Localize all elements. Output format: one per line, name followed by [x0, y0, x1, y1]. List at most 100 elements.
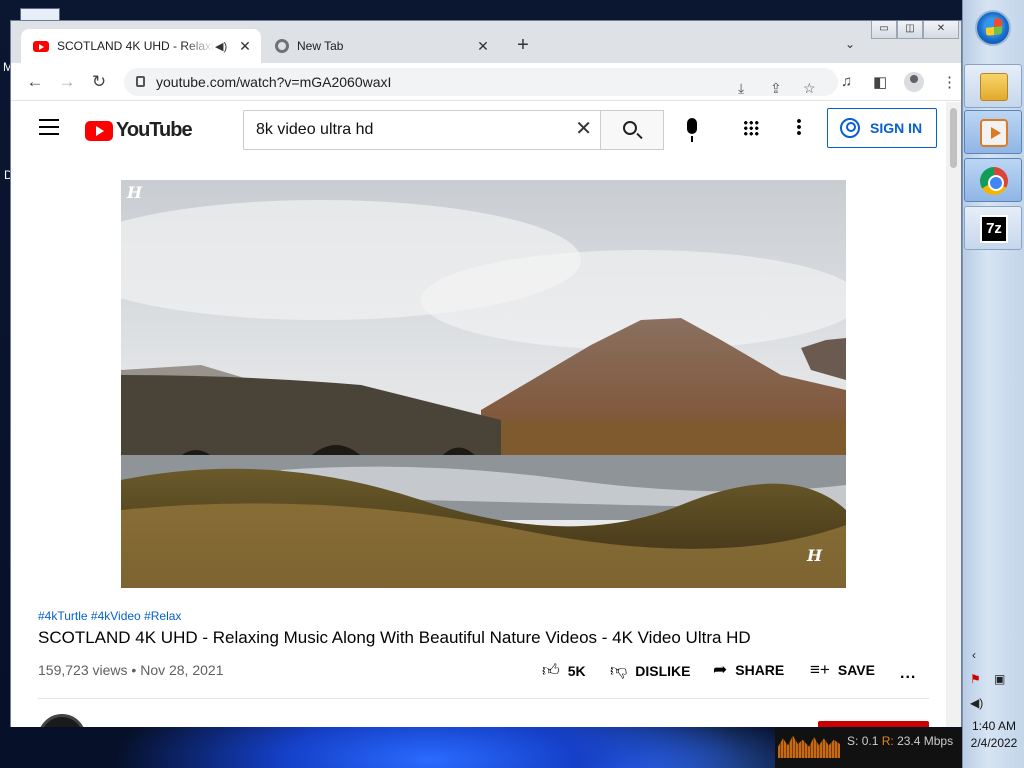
search-query[interactable]: 8k video ultra hd — [256, 121, 373, 139]
reload-button[interactable]: ↻ — [88, 71, 110, 93]
recv-value: 23.4 Mbps — [897, 734, 954, 748]
chrome-icon — [980, 167, 1008, 195]
dislike-button[interactable]: 👎︎ DISLIKE — [610, 660, 691, 681]
address-url[interactable]: youtube.com/watch?v=mGA2060waxI — [156, 68, 391, 96]
settings-more-icon[interactable] — [797, 118, 801, 136]
sent-value: 0.1 — [861, 734, 879, 748]
youtube-header: YouTube 8k video ultra hd ✕ SIGN IN — [11, 102, 946, 158]
video-meta: 159,723 views • Nov 28, 2021 — [38, 662, 224, 678]
recv-label: R: — [881, 734, 894, 748]
taskbar-media-player[interactable] — [964, 110, 1022, 154]
taskbar-explorer[interactable] — [964, 64, 1022, 108]
search-input[interactable]: 8k video ultra hd ✕ — [243, 110, 601, 150]
share-button[interactable]: ➦ SHARE — [713, 660, 784, 680]
like-button[interactable]: 👍︎ 5K — [542, 660, 586, 681]
tab-title: SCOTLAND 4K UHD - Relaxing Music Along W… — [57, 39, 215, 53]
new-tab-button[interactable]: + — [511, 35, 535, 55]
playlist-add-icon: ≡+ — [810, 660, 830, 679]
network-error-icon[interactable]: ⚑ — [970, 672, 981, 686]
chrome-favicon-icon — [275, 39, 289, 53]
start-button[interactable] — [975, 10, 1011, 46]
watermark-logo: H — [127, 183, 143, 202]
video-player[interactable]: H H — [121, 180, 846, 588]
share-arrow-icon: ➦ — [713, 660, 728, 679]
video-frame — [121, 180, 846, 588]
media-control-icon[interactable]: ♫ — [841, 73, 852, 90]
more-actions-button[interactable]: ... — [900, 665, 916, 683]
channel-avatar[interactable] — [38, 714, 86, 727]
dislike-label: DISLIKE — [635, 662, 691, 679]
youtube-logo[interactable]: YouTube — [85, 119, 193, 142]
browser-toolbar: ← → ↻ youtube.com/watch?v=mGA2060waxI ⤓ … — [11, 63, 961, 101]
taskbar-7zip[interactable]: 7z — [964, 206, 1022, 250]
network-graph — [778, 735, 840, 758]
lock-icon[interactable] — [136, 76, 145, 87]
scrollbar-thumb[interactable] — [950, 108, 957, 168]
tab-title: New Tab — [297, 39, 344, 53]
clock-time: 1:40 AM — [971, 719, 1017, 733]
taskbar-chrome[interactable] — [964, 158, 1022, 202]
save-button[interactable]: ≡+ SAVE — [810, 660, 875, 680]
chrome-window: SCOTLAND 4K UHD - Relaxing Music Along W… — [10, 20, 962, 727]
subscribe-button[interactable] — [818, 721, 929, 727]
hamburger-menu-icon[interactable] — [39, 119, 59, 135]
tab-close-icon[interactable]: ✕ — [235, 38, 255, 55]
share-icon[interactable]: ⇪ — [770, 74, 782, 102]
clear-search-icon[interactable]: ✕ — [575, 119, 592, 139]
youtube-play-icon — [85, 120, 113, 141]
apps-grid-icon[interactable] — [743, 120, 759, 136]
clock-date: 2/4/2022 — [970, 736, 1018, 750]
taskbar-clock[interactable]: 1:40 AM 2/4/2022 — [966, 718, 1022, 752]
watermark-logo: H — [807, 546, 823, 565]
side-panel-icon[interactable]: ◧ — [873, 73, 887, 91]
7zip-icon: 7z — [980, 215, 1008, 243]
back-button[interactable]: ← — [24, 71, 46, 93]
maximize-button[interactable]: ◫ — [897, 21, 923, 39]
tab-close-icon[interactable]: ✕ — [473, 38, 493, 55]
search-button[interactable] — [600, 110, 664, 150]
folder-icon — [980, 73, 1008, 101]
youtube-favicon-icon — [33, 40, 49, 52]
share-label: SHARE — [735, 662, 785, 678]
view-count: 159,723 views — [38, 662, 128, 678]
thumbs-up-icon: 👍︎ — [542, 661, 560, 680]
video-title: SCOTLAND 4K UHD - Relaxing Music Along W… — [38, 628, 751, 647]
forward-button[interactable]: → — [56, 71, 78, 93]
tab-strip: SCOTLAND 4K UHD - Relaxing Music Along W… — [11, 21, 961, 63]
sent-label: S: — [847, 734, 859, 748]
volume-icon[interactable]: ◀) — [970, 696, 983, 710]
tab-youtube[interactable]: SCOTLAND 4K UHD - Relaxing Music Along W… — [21, 29, 261, 63]
divider — [38, 698, 929, 699]
tab-new-tab[interactable]: New Tab ✕ — [263, 29, 499, 63]
address-bar[interactable]: youtube.com/watch?v=mGA2060waxI ⤓ ⇪ ☆ — [124, 68, 838, 96]
minimize-button[interactable]: ▭ — [871, 21, 897, 39]
save-label: SAVE — [837, 662, 875, 678]
profile-avatar-icon[interactable] — [904, 72, 924, 92]
chrome-menu-icon[interactable]: ⋮ — [942, 73, 957, 91]
youtube-page: YouTube 8k video ultra hd ✕ SIGN IN H H … — [11, 102, 946, 727]
network-monitor-icon[interactable]: ▣ — [994, 672, 1005, 686]
youtube-wordmark: YouTube — [116, 119, 193, 141]
window-controls: ▭ ◫ ✕ — [871, 21, 959, 39]
sign-in-label: SIGN IN — [870, 120, 923, 136]
meta-separator: • — [131, 662, 137, 678]
video-hashtags[interactable]: #4kTurtle #4kVideo #Relax — [38, 609, 181, 623]
sign-in-button[interactable]: SIGN IN — [827, 108, 937, 148]
tab-search-chevron-icon[interactable]: ⌄ — [845, 37, 855, 51]
voice-search-mic-icon[interactable] — [687, 118, 697, 142]
tray-expand-icon[interactable]: ‹ — [972, 648, 976, 662]
network-speed: S: 0.1 R: 23.4 Mbps — [847, 734, 953, 748]
upload-date: Nov 28, 2021 — [140, 662, 224, 678]
windows-logo-icon — [986, 18, 1002, 36]
media-player-icon — [980, 119, 1008, 147]
page-scrollbar[interactable] — [946, 102, 961, 727]
close-button[interactable]: ✕ — [923, 21, 959, 39]
search-icon — [623, 121, 637, 135]
bookmark-star-icon[interactable]: ☆ — [803, 74, 816, 102]
thumbs-down-icon: 👎︎ — [610, 661, 628, 680]
network-meter-widget: S: 0.1 R: 23.4 Mbps — [775, 728, 962, 768]
install-icon[interactable]: ⤓ — [738, 74, 744, 102]
user-circle-icon — [840, 118, 860, 138]
speaker-icon[interactable]: ◀) — [215, 40, 229, 53]
like-count: 5K — [567, 662, 586, 679]
